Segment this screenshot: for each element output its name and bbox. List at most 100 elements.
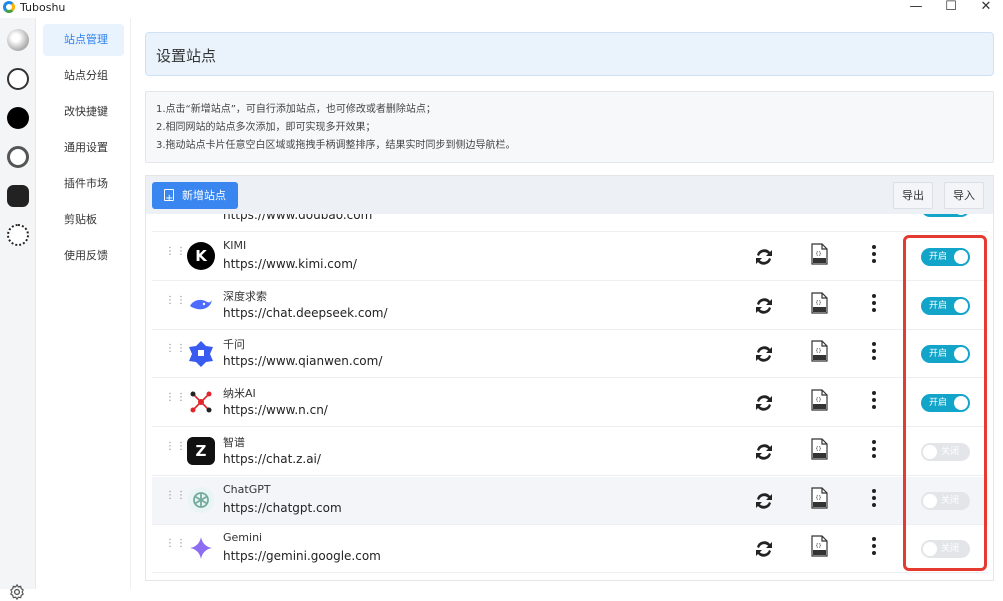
drag-handle-icon[interactable]: ⋮⋮ [165, 247, 186, 263]
js-file-icon[interactable]: {} [811, 486, 828, 509]
site-list: 新增站点 导出 导入 https://www.doubao.com 开启 ⋮⋮K… [145, 175, 994, 581]
doubao-avatar-icon[interactable] [7, 29, 29, 51]
refresh-icon[interactable] [752, 440, 776, 464]
gemini-sparkle-icon [190, 537, 212, 560]
site-name: 深度求索 [223, 289, 267, 303]
js-file-icon[interactable]: {} [811, 243, 828, 265]
sidebar-item-site-management[interactable]: 站点管理 [43, 24, 124, 56]
more-options-icon[interactable] [870, 439, 878, 462]
deepseek-whale-icon [190, 299, 212, 309]
toggle-highlight-box [903, 235, 987, 571]
tip-1: 1.点击“新增站点”，可自行添加站点，也可修改或者删除站点； [156, 104, 436, 115]
site-row[interactable]: ⋮⋮ K KIMI https://www.kimi.com/{} 开启 [152, 233, 988, 281]
tips-panel: 1.点击“新增站点”，可自行添加站点，也可修改或者删除站点； 2.相同网站的站点… [145, 91, 994, 163]
site-row[interactable]: ⋮⋮ Z 智谱 https://chat.z.ai/{} 关闭 [152, 427, 988, 476]
drag-handle-icon[interactable]: ⋮⋮ [165, 295, 186, 312]
site-row[interactable]: ⋮⋮ ChatGPT https://chatgpt.com{} 关闭 [152, 476, 988, 525]
qianwen-star-icon [189, 341, 213, 368]
sidebar-item-feedback[interactable]: 使用反馈 [43, 240, 124, 272]
svg-text:{}: {} [816, 446, 822, 452]
page-header: 设置站点 [145, 32, 994, 76]
tip-2: 2.相同网站的站点多次添加，即可实现多开效果； [156, 122, 376, 133]
svg-text:{}: {} [816, 543, 822, 549]
import-button[interactable]: 导入 [944, 182, 984, 209]
tip-3: 3.拖动站点卡片任意空白区域或拖拽手柄调整排序，结果实时同步到侧边导航栏。 [156, 140, 516, 151]
site-name: 纳米AI [223, 387, 256, 401]
more-options-icon[interactable] [870, 293, 878, 316]
more-options-icon[interactable] [870, 391, 878, 413]
svg-text:{}: {} [816, 251, 822, 257]
site-url: https://chat.deepseek.com/ [223, 305, 388, 320]
site-url: https://www.kimi.com/ [223, 257, 357, 271]
sidebar-item-clipboard[interactable]: 剪贴板 [43, 204, 124, 236]
drag-handle-icon[interactable]: ⋮⋮ [165, 441, 186, 458]
more-options-icon[interactable] [870, 245, 878, 267]
list-toolbar: 新增站点 导出 导入 [146, 176, 993, 214]
site-url: https://www.qianwen.com/ [223, 354, 383, 369]
js-file-icon[interactable]: {} [811, 340, 828, 362]
zhipu-logo-icon: Z [187, 436, 215, 465]
kimi-logo-icon: K [187, 242, 215, 270]
svg-text:{}: {} [816, 397, 822, 403]
minimize-button[interactable]: — [898, 0, 934, 16]
grok-nav-icon[interactable] [7, 146, 29, 168]
site-name: KIMI [223, 239, 247, 252]
js-file-icon[interactable]: {} [811, 438, 828, 460]
refresh-icon[interactable] [752, 294, 776, 318]
drag-handle-icon[interactable]: ⋮⋮ [165, 393, 186, 409]
nami-molecule-icon [190, 391, 212, 413]
site-name: 千问 [223, 338, 245, 352]
sidebar-item-site-groups[interactable]: 站点分组 [43, 60, 124, 92]
svg-text:{}: {} [816, 495, 822, 501]
sidebar-item-plugin-market[interactable]: 插件市场 [43, 168, 124, 200]
svg-text:{}: {} [816, 348, 822, 354]
site-icon-bar [0, 18, 36, 601]
maximize-button[interactable]: ☐ [933, 0, 969, 16]
title-bar: Tuboshu — ☐ ✕ [0, 0, 1003, 18]
site-url: https://www.n.cn/ [223, 403, 328, 418]
site-url: https://gemini.google.com [223, 549, 381, 564]
site-url: https://chat.z.ai/ [223, 451, 321, 466]
site-row[interactable]: ⋮⋮ Gemini https://gemini.google.com{} 关闭 [152, 525, 988, 574]
site-name: ChatGPT [223, 482, 271, 496]
site-name: Gemini [223, 531, 263, 545]
export-button[interactable]: 导出 [893, 182, 933, 209]
add-site-label: 新增站点 [182, 189, 226, 202]
close-button[interactable]: ✕ [968, 0, 1003, 16]
settings-sidebar: 站点管理 站点分组 改快捷键 通用设置 插件市场 剪贴板 使用反馈 [36, 18, 131, 589]
refresh-icon[interactable] [752, 342, 776, 366]
svg-text:{}: {} [816, 300, 822, 306]
user-avatar-icon[interactable] [7, 68, 29, 90]
app-logo-icon [3, 1, 15, 13]
chatgpt-logo-icon [188, 486, 214, 513]
sidebar-item-shortcuts[interactable]: 改快捷键 [43, 96, 124, 128]
site-url: https://chatgpt.com [223, 500, 342, 515]
network-nav-icon[interactable] [7, 224, 29, 246]
js-file-icon[interactable]: {} [811, 535, 828, 557]
main-content: 设置站点 1.点击“新增站点”，可自行添加站点，也可修改或者删除站点； 2.相同… [131, 18, 1003, 589]
sidebar-item-general-settings[interactable]: 通用设置 [43, 132, 124, 164]
js-file-icon[interactable]: {} [811, 389, 828, 411]
site-row[interactable]: ⋮⋮ 深度求索 https://chat.deepseek.com/{} 开启 [152, 281, 988, 330]
drag-handle-icon[interactable]: ⋮⋮ [165, 539, 186, 555]
more-options-icon[interactable] [870, 488, 878, 511]
refresh-icon[interactable] [752, 245, 776, 269]
refresh-icon[interactable] [752, 489, 776, 513]
kimi-nav-icon[interactable] [7, 107, 29, 129]
app-title: Tuboshu [20, 1, 66, 14]
more-options-icon[interactable] [870, 342, 878, 364]
refresh-icon[interactable] [752, 537, 776, 561]
refresh-icon[interactable] [752, 391, 776, 415]
site-row[interactable]: ⋮⋮ 纳米AI https://www.n.cn/{} 开启 [152, 379, 988, 428]
openai-nav-icon[interactable] [7, 185, 29, 207]
page-title: 设置站点 [156, 47, 217, 65]
site-row[interactable]: ⋮⋮ 千问 https://www.qianwen.com/{} 开启 [152, 330, 988, 379]
js-file-icon[interactable]: {} [811, 292, 828, 314]
drag-handle-icon[interactable]: ⋮⋮ [165, 490, 186, 507]
add-site-button[interactable]: 新增站点 [152, 182, 238, 212]
add-file-icon [164, 185, 174, 212]
settings-gear-icon[interactable] [8, 583, 26, 601]
site-name: 智谱 [223, 435, 245, 449]
more-options-icon[interactable] [870, 537, 878, 559]
drag-handle-icon[interactable]: ⋮⋮ [165, 344, 186, 360]
